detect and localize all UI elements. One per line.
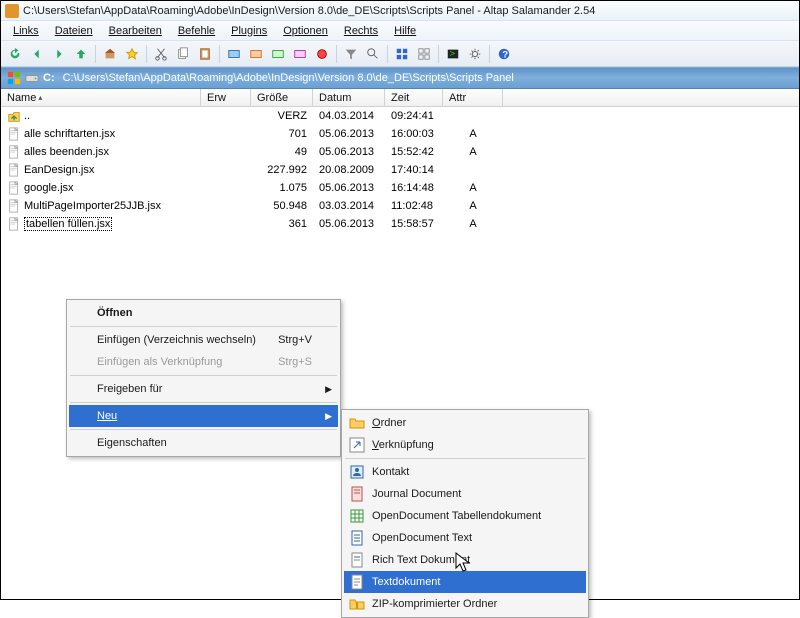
windows-icon	[7, 71, 21, 85]
find-button[interactable]	[363, 44, 383, 64]
sub-rtf[interactable]: Rich Text Dokument	[344, 549, 586, 571]
help-button[interactable]: ?	[494, 44, 514, 64]
menu-dateien[interactable]: Dateien	[49, 23, 99, 39]
window-title: C:\Users\Stefan\AppData\Roaming\Adobe\In…	[23, 5, 595, 17]
tool-c-button[interactable]	[268, 44, 288, 64]
sub-contact[interactable]: Kontakt	[344, 461, 586, 483]
document-icon	[348, 529, 366, 547]
table-row[interactable]: ..VERZ04.03.201409:24:41	[1, 107, 799, 125]
select-none-button[interactable]	[414, 44, 434, 64]
menu-links[interactable]: Links	[7, 23, 45, 39]
nav-back-button[interactable]	[27, 44, 47, 64]
context-submenu-new: Ordner Verknüpfung Kontakt Journal Docum…	[341, 409, 589, 618]
path-bar[interactable]: C: C:\Users\Stefan\AppData\Roaming\Adobe…	[1, 67, 799, 89]
refresh-button[interactable]	[5, 44, 25, 64]
folder-icon	[348, 414, 366, 432]
column-headers: Name Erw Größe Datum Zeit Attr	[1, 89, 799, 107]
bookmark-button[interactable]	[122, 44, 142, 64]
sub-odt[interactable]: OpenDocument Text	[344, 527, 586, 549]
col-erw-header[interactable]: Erw	[201, 89, 251, 106]
table-row[interactable]: MultiPageImporter25JJB.jsx50.94803.03.20…	[1, 197, 799, 215]
col-attr-header[interactable]: Attr	[443, 89, 503, 106]
file-list[interactable]: ..VERZ04.03.201409:24:41alle schriftarte…	[1, 107, 799, 233]
select-all-button[interactable]	[392, 44, 412, 64]
tool-e-button[interactable]	[312, 44, 332, 64]
ctx-open[interactable]: Öffnen	[69, 302, 338, 324]
nav-fwd-button[interactable]	[49, 44, 69, 64]
drive-letter: C:	[43, 72, 55, 84]
app-icon	[5, 4, 19, 18]
text-icon	[348, 573, 366, 591]
menu-optionen[interactable]: Optionen	[277, 23, 334, 39]
zip-icon	[348, 595, 366, 613]
ctx-new[interactable]: Neu▶	[69, 405, 338, 427]
ctx-paste-link: Einfügen als Verknüpfung Strg+S	[69, 351, 338, 373]
copy-button[interactable]	[173, 44, 193, 64]
terminal-button[interactable]: >	[443, 44, 463, 64]
context-menu: Öffnen Einfügen (Verzeichnis wechseln) S…	[66, 299, 341, 457]
filter-button[interactable]	[341, 44, 361, 64]
menu-rechts[interactable]: Rechts	[338, 23, 384, 39]
menu-bearbeiten[interactable]: Bearbeiten	[103, 23, 168, 39]
tool-a-button[interactable]	[224, 44, 244, 64]
table-row[interactable]: alle schriftarten.jsx70105.06.201316:00:…	[1, 125, 799, 143]
drive-icon	[25, 71, 39, 85]
window-titlebar: C:\Users\Stefan\AppData\Roaming\Adobe\In…	[1, 1, 799, 21]
table-row[interactable]: alles beenden.jsx4905.06.201315:52:42A	[1, 143, 799, 161]
svg-text:?: ?	[502, 49, 508, 60]
journal-icon	[348, 485, 366, 503]
ctx-paste-cd-shortcut: Strg+V	[278, 334, 312, 346]
sub-folder[interactable]: Ordner	[344, 412, 586, 434]
paste-button[interactable]	[195, 44, 215, 64]
settings-button[interactable]	[465, 44, 485, 64]
cut-button[interactable]	[151, 44, 171, 64]
menu-bar: Links Dateien Bearbeiten Befehle Plugins…	[1, 21, 799, 41]
sub-journal[interactable]: Journal Document	[344, 483, 586, 505]
sub-shortcut[interactable]: Verknüpfung	[344, 434, 586, 456]
home-button[interactable]	[100, 44, 120, 64]
menu-plugins[interactable]: Plugins	[225, 23, 273, 39]
spreadsheet-icon	[348, 507, 366, 525]
sub-ods[interactable]: OpenDocument Tabellendokument	[344, 505, 586, 527]
menu-hilfe[interactable]: Hilfe	[388, 23, 422, 39]
sub-txt[interactable]: Textdokument	[344, 571, 586, 593]
rtf-icon	[348, 551, 366, 569]
svg-text:>: >	[450, 48, 456, 59]
nav-up-button[interactable]	[71, 44, 91, 64]
ctx-properties[interactable]: Eigenschaften	[69, 432, 338, 454]
shortcut-icon	[348, 436, 366, 454]
table-row[interactable]: EanDesign.jsx227.99220.08.200917:40:14	[1, 161, 799, 179]
ctx-paste-cd[interactable]: Einfügen (Verzeichnis wechseln) Strg+V	[69, 329, 338, 351]
menu-befehle[interactable]: Befehle	[172, 23, 221, 39]
contact-icon	[348, 463, 366, 481]
table-row[interactable]: tabellen füllen.jsx36105.06.201315:58:57…	[1, 215, 799, 233]
col-datum-header[interactable]: Datum	[313, 89, 385, 106]
col-groesse-header[interactable]: Größe	[251, 89, 313, 106]
col-zeit-header[interactable]: Zeit	[385, 89, 443, 106]
sub-zip[interactable]: ZIP-komprimierter Ordner	[344, 593, 586, 615]
path-text: C:\Users\Stefan\AppData\Roaming\Adobe\In…	[63, 72, 514, 84]
col-name-header[interactable]: Name	[1, 89, 201, 106]
ctx-share[interactable]: Freigeben für▶	[69, 378, 338, 400]
tool-d-button[interactable]	[290, 44, 310, 64]
toolbar: > ?	[1, 41, 799, 67]
table-row[interactable]: google.jsx1.07505.06.201316:14:48A	[1, 179, 799, 197]
tool-b-button[interactable]	[246, 44, 266, 64]
